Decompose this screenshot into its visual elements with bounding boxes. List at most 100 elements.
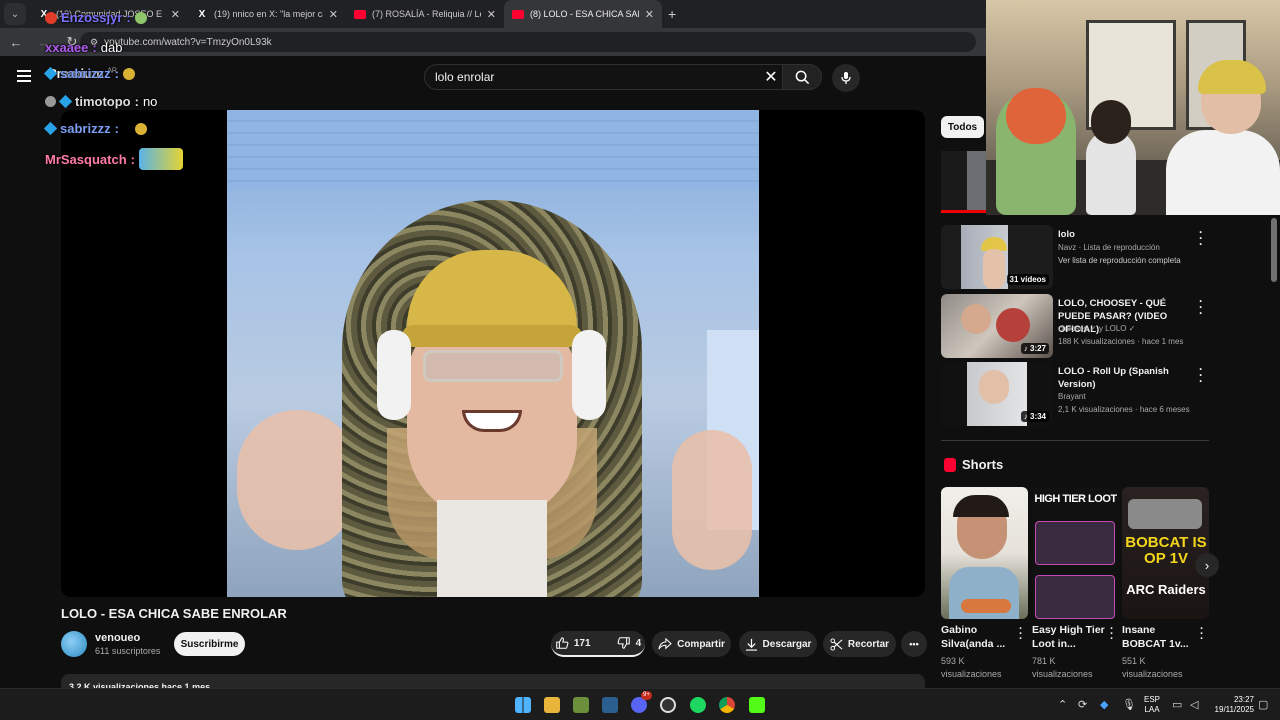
search-icon [795, 70, 809, 84]
clip-button[interactable]: Recortar [823, 631, 896, 657]
chat-user: xxaaee [45, 40, 89, 55]
video-thumbnail: ♪ 3:34 [941, 362, 1053, 426]
like-button[interactable]: 171 [547, 636, 599, 650]
close-tab-icon[interactable]: ✕ [645, 8, 654, 21]
recommendation-item[interactable]: 31 vídeos lolo Navz · Lista de reproducc… [941, 225, 1211, 289]
clock[interactable]: 23:27 19/11/2025 [1204, 695, 1254, 715]
recommendation-channel: Navz · Lista de reproducción [1058, 243, 1160, 252]
voice-search-button[interactable] [832, 64, 860, 92]
url-field[interactable]: ⚙ youtube.com/watch?v=TmzyOn0L93k [80, 32, 976, 52]
tshirt [437, 500, 547, 597]
video-thumbnail: ♪ 3:27 [941, 294, 1053, 358]
windows-taskbar: 9+ ⌃ ⟳ ◆ 🎙 ESP LAA ▭ ◁ 23:27 19/11/2025 … [0, 688, 1280, 720]
search-input[interactable]: lolo enrolar [424, 64, 788, 90]
page-scrollbar[interactable] [1271, 218, 1277, 282]
short-title: Gabino Silva(anda ... [941, 624, 1006, 650]
language-indicator[interactable]: ESP LAA [1142, 695, 1162, 715]
shield-icon[interactable]: ◆ [1100, 698, 1108, 711]
short-item[interactable]: Gabino Silva(anda ... 593 K visualizacio… [941, 487, 1028, 679]
close-tab-icon[interactable]: ✕ [171, 8, 180, 21]
browser-tab-2[interactable]: X (19) nnico en X: "la mejor cancion ✕ [188, 0, 346, 28]
subscribe-button[interactable]: Suscribirme [174, 632, 245, 656]
chat-user: sabrizzz [60, 121, 111, 136]
emote-icon [138, 148, 183, 170]
chevron-up-icon[interactable]: ⌃ [1058, 698, 1067, 711]
tab-title: (8) LOLO - ESA CHICA SABE ENROLAR [530, 9, 639, 19]
thumbs-up-icon [556, 637, 569, 649]
emote-icon [134, 122, 147, 135]
clear-search-icon[interactable]: ✕ [762, 64, 780, 90]
left-hand [237, 410, 357, 550]
scissors-icon [830, 637, 843, 651]
windows-start-icon[interactable] [515, 697, 531, 713]
channel-avatar[interactable] [61, 631, 87, 657]
share-button[interactable]: Compartir [652, 631, 731, 657]
cap-brim [402, 325, 582, 347]
x-icon: X [198, 8, 206, 20]
close-tab-icon[interactable]: ✕ [487, 8, 496, 21]
more-options-icon[interactable]: · · · [1019, 624, 1023, 645]
url-text: youtube.com/watch?v=TmzyOn0L93k [104, 36, 272, 48]
recommendation-item[interactable]: ♪ 3:27 LOLO, CHOOSEY - QUÉ PUEDE PASAR? … [941, 294, 1211, 358]
duration-badge: ♪ 3:34 [1020, 411, 1049, 422]
menu-icon[interactable] [17, 70, 31, 82]
chat-text: no [142, 94, 158, 109]
headphone-right [572, 330, 606, 420]
microphone-icon[interactable]: 🎙 [1122, 698, 1136, 711]
download-icon [745, 638, 757, 651]
more-actions-button[interactable]: ••• [901, 631, 927, 657]
more-options-icon[interactable]: · · · [1199, 295, 1203, 319]
chat-message: Enzossjyr: [45, 10, 147, 25]
playlist-thumbnail: 31 vídeos [941, 225, 1053, 289]
chat-user: MrSasquatch [45, 151, 127, 167]
browser-tab-4-active[interactable]: (8) LOLO - ESA CHICA SABE ENROLAR ✕ [504, 0, 662, 28]
file-explorer-icon[interactable] [544, 697, 560, 713]
chrome-icon[interactable] [719, 697, 735, 713]
yellow-beanie [1198, 60, 1266, 94]
short-item[interactable]: HIGH TIER LOOT Easy High Tier Loot in...… [1032, 487, 1119, 679]
download-button[interactable]: Descargar [739, 631, 817, 657]
recommendation-title: LOLO - Roll Up (Spanish Version) [1058, 366, 1169, 390]
recommendation-stats: 188 K visualizaciones · hace 1 mes [1058, 337, 1184, 346]
kick-icon[interactable] [749, 697, 765, 713]
network-icon[interactable]: ▭ [1172, 698, 1182, 711]
browser-tab-3[interactable]: (7) ROSALÍA - Reliquia // Letra ✕ [346, 0, 504, 28]
chip-todos[interactable]: Todos [941, 116, 984, 138]
recommendation-thumbnail[interactable] [941, 151, 986, 213]
clock-date: 19/11/2025 [1214, 705, 1254, 714]
person-dark-hair [1091, 100, 1131, 144]
chat-user: Enzossjyr [61, 10, 123, 25]
notification-icon[interactable]: ▢ [1258, 698, 1268, 711]
video-player[interactable] [61, 110, 925, 597]
short-views: 781 K visualizaciones [1032, 656, 1093, 679]
recommendation-item[interactable]: ♪ 3:34 LOLO - Roll Up (Spanish Version) … [941, 362, 1211, 426]
short-thumbnail: BOBCAT IS OP 1V ARC Raiders [1122, 487, 1209, 619]
glasses [423, 350, 563, 382]
user-badge-icon [45, 11, 57, 24]
more-options-icon[interactable]: · · · [1199, 226, 1203, 250]
like-count: 171 [573, 637, 591, 649]
volume-icon[interactable]: ◁ [1190, 698, 1198, 711]
new-tab-button[interactable]: + [668, 6, 676, 22]
search-button[interactable] [782, 64, 822, 90]
shorts-icon [944, 458, 956, 472]
chat-message: timotopo: no [45, 94, 157, 109]
playlist-link[interactable]: Ver lista de reproducción completa [1058, 255, 1208, 266]
spotify-icon[interactable] [690, 697, 706, 713]
clip-label: Recortar [847, 638, 890, 650]
steam-icon[interactable] [602, 697, 618, 713]
more-options-icon[interactable]: · · · [1110, 624, 1114, 645]
short-item[interactable]: BOBCAT IS OP 1V ARC Raiders Insane BOBCA… [1122, 487, 1209, 679]
tab-search-button[interactable]: ⌄ [4, 3, 26, 25]
channel-name[interactable]: venoueo [95, 632, 140, 644]
microphone-icon [841, 72, 851, 84]
minecraft-icon[interactable] [573, 697, 589, 713]
back-arrow-icon[interactable]: ← [8, 35, 24, 50]
more-options-icon[interactable]: · · · [1199, 363, 1203, 387]
more-options-icon[interactable]: · · · [1200, 624, 1204, 645]
dislike-button[interactable]: 4 [609, 636, 650, 650]
close-tab-icon[interactable]: ✕ [329, 8, 338, 21]
shorts-next-button[interactable]: › [1195, 553, 1219, 577]
obs-icon[interactable] [660, 697, 676, 713]
sync-icon[interactable]: ⟳ [1078, 698, 1087, 711]
